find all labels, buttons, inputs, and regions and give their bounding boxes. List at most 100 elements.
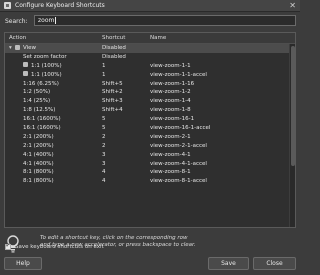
row-shortcut[interactable]: 4: [102, 168, 106, 177]
row-action-label: 1:4 (25%): [23, 98, 51, 105]
row-action: 8:1 (800%): [23, 168, 54, 177]
row-shortcut[interactable]: 1: [102, 62, 106, 71]
row-name: view-zoom-4-1: [150, 151, 191, 158]
action-icon: [23, 62, 28, 68]
row-shortcut[interactable]: 3: [102, 160, 106, 169]
row-shortcut[interactable]: Shift+4: [102, 106, 123, 115]
window-title: Configure Keyboard Shortcuts: [15, 2, 105, 9]
button-row: Help Save Close: [0, 257, 300, 271]
row-name: view-zoom-2-1: [150, 133, 191, 140]
row-action-label: 4:1 (400%): [23, 160, 54, 167]
tree-body: ▾ View Disabled Set zoom factor Disabled 1:1 …: [5, 44, 295, 227]
row-action-label: 8:1 (800%): [23, 169, 54, 176]
table-row[interactable]: 1:8 (12.5%) Shift+4 view-zoom-1-8: [5, 106, 295, 115]
save-button-label: Save: [221, 260, 236, 267]
row-shortcut[interactable]: 2: [102, 142, 106, 151]
keyboard-icon: [4, 2, 11, 9]
close-button-label: Close: [266, 260, 283, 267]
row-action: ▾ View: [9, 44, 36, 53]
table-row[interactable]: 1:4 (25%) Shift+3 view-zoom-1-4: [5, 97, 295, 106]
row-shortcut[interactable]: Shift+2: [102, 88, 123, 97]
row-name: view-zoom-16-1: [150, 116, 195, 123]
search-row: Search: zoom: [0, 14, 300, 28]
row-action: 1:8 (12.5%): [23, 106, 55, 115]
table-row[interactable]: 8:1 (800%) 4 view-zoom-8-1: [5, 168, 295, 177]
row-shortcut[interactable]: Shift+3: [102, 97, 123, 106]
row-shortcut[interactable]: 3: [102, 151, 106, 160]
column-action[interactable]: Action: [9, 35, 26, 41]
row-name: view-zoom-2-1-accel: [150, 142, 207, 149]
action-icon: [23, 71, 28, 77]
row-action: 4:1 (400%): [23, 160, 54, 169]
row-action: 1:1 (100%): [23, 71, 62, 80]
row-shortcut[interactable]: 1: [102, 71, 106, 80]
row-action-label: 1:1 (100%): [31, 62, 62, 69]
row-action-label: 1:2 (50%): [23, 89, 51, 96]
row-action-label: 2:1 (200%): [23, 133, 54, 140]
scrollbar-thumb[interactable]: [291, 46, 295, 166]
row-action-label: 8:1 (800%): [23, 178, 54, 185]
save-on-exit-checkbox[interactable]: Save keyboard shortcuts on exit: [5, 242, 104, 251]
table-row[interactable]: 1:1 (100%) 1 view-zoom-1-1-accel: [5, 71, 295, 80]
row-shortcut[interactable]: Disabled: [102, 44, 126, 53]
shortcut-tree[interactable]: Action Shortcut Name ▾ View Disabled Set zo…: [4, 32, 296, 228]
table-row[interactable]: 2:1 (200%) 2 view-zoom-2-1-accel: [5, 142, 295, 151]
row-shortcut[interactable]: Shift+5: [102, 80, 123, 89]
row-name: view-zoom-1-2: [150, 89, 191, 96]
table-row[interactable]: 2:1 (200%) 2 view-zoom-2-1: [5, 133, 295, 142]
row-action-label: 1:8 (12.5%): [23, 107, 56, 114]
row-action: 16:1 (1600%): [23, 124, 61, 133]
row-shortcut[interactable]: 4: [102, 177, 106, 186]
tree-header: Action Shortcut Name: [5, 33, 295, 44]
row-action-label: 2:1 (200%): [23, 142, 54, 149]
row-shortcut[interactable]: Disabled: [102, 53, 126, 62]
column-shortcut[interactable]: Shortcut: [102, 35, 125, 41]
action-icon: [15, 44, 20, 50]
row-action: 8:1 (800%): [23, 177, 54, 186]
row-shortcut[interactable]: 2: [102, 133, 106, 142]
checkbox-box[interactable]: [5, 242, 11, 250]
close-button[interactable]: Close: [253, 257, 296, 270]
row-action: 2:1 (200%): [23, 133, 54, 142]
table-row[interactable]: 4:1 (400%) 3 view-zoom-4-1: [5, 151, 295, 160]
table-row[interactable]: 16:1 (1600%) 5 view-zoom-16-1-accel: [5, 124, 295, 133]
save-button[interactable]: Save: [208, 257, 249, 270]
close-icon[interactable]: ✕: [289, 1, 296, 11]
table-row[interactable]: ▾ View Disabled: [5, 44, 295, 53]
row-action: 1:4 (25%): [23, 97, 50, 106]
table-row[interactable]: 1:2 (50%) Shift+2 view-zoom-1-2: [5, 88, 295, 97]
table-row[interactable]: 1:16 (6.25%) Shift+5 view-zoom-1-16: [5, 80, 295, 89]
row-action: 1:1 (100%): [23, 62, 62, 71]
hint-line-1: To edit a shortcut key, click on the cor…: [40, 235, 188, 241]
row-action-label: 16:1 (1600%): [23, 125, 61, 132]
row-action-label: 4:1 (400%): [23, 151, 54, 158]
row-action-label: Set zoom factor: [23, 53, 67, 60]
row-shortcut[interactable]: 5: [102, 115, 106, 124]
search-input[interactable]: zoom: [34, 15, 296, 26]
table-row[interactable]: 1:1 (100%) 1 view-zoom-1-1: [5, 62, 295, 71]
row-action: 1:2 (50%): [23, 88, 50, 97]
row-action: 4:1 (400%): [23, 151, 54, 160]
column-name[interactable]: Name: [150, 35, 166, 41]
row-action-label: 1:1 (100%): [31, 71, 62, 78]
row-action: 16:1 (1600%): [23, 115, 61, 124]
row-shortcut[interactable]: 5: [102, 124, 106, 133]
tree-scrollbar[interactable]: [289, 44, 295, 227]
table-row[interactable]: 16:1 (1600%) 5 view-zoom-16-1: [5, 115, 295, 124]
table-row[interactable]: Set zoom factor Disabled: [5, 53, 295, 62]
help-button[interactable]: Help: [4, 257, 42, 270]
row-action-label: View: [23, 45, 37, 51]
row-action-label: 16:1 (1600%): [23, 116, 61, 123]
row-action: 1:16 (6.25%): [23, 80, 59, 89]
table-row[interactable]: 4:1 (400%) 3 view-zoom-4-1-accel: [5, 160, 295, 169]
row-action-label: 1:16 (6.25%): [23, 80, 59, 87]
row-name: view-zoom-8-1: [150, 169, 191, 176]
save-on-exit-label: Save keyboard shortcuts on exit: [15, 244, 104, 250]
row-name: view-zoom-16-1-accel: [150, 125, 211, 132]
row-name: view-zoom-1-16: [150, 80, 195, 87]
row-name: view-zoom-1-8: [150, 107, 191, 114]
row-name: view-zoom-1-4: [150, 98, 191, 105]
search-label: Search:: [5, 17, 28, 25]
table-row[interactable]: 8:1 (800%) 4 view-zoom-8-1-accel: [5, 177, 295, 186]
search-value: zoom: [38, 17, 55, 24]
